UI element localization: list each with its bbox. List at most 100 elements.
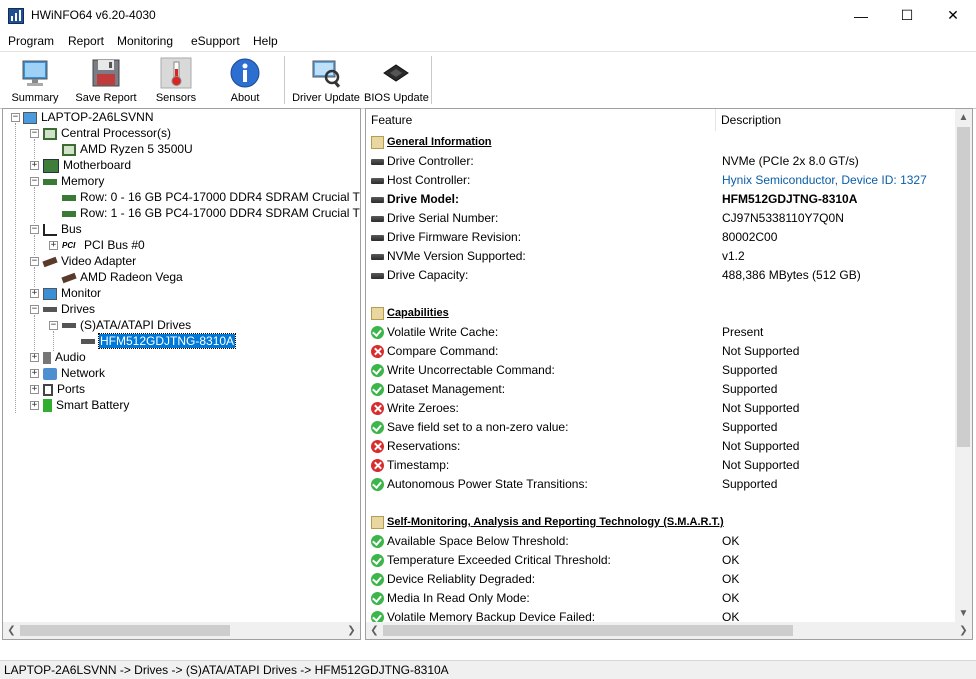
scroll-down-arrow[interactable]: ▼ xyxy=(955,605,972,622)
description-value: Supported xyxy=(722,363,778,377)
description-value: Supported xyxy=(722,477,778,491)
feature-label: Drive Serial Number: xyxy=(387,211,499,225)
tree-item-monitor[interactable]: Monitor xyxy=(43,285,101,301)
details-horizontal-scrollbar[interactable]: ❮ ❯ xyxy=(366,622,972,639)
save-report-button[interactable]: Save Report xyxy=(74,54,138,106)
description-value: OK xyxy=(722,591,740,605)
tree-item-video-adapter[interactable]: Video Adapter xyxy=(42,253,136,269)
description-value: HFM512GDJTNG-8310A xyxy=(722,192,858,206)
tree-collapse-toggle[interactable]: − xyxy=(11,113,20,122)
tree-collapse-toggle[interactable]: − xyxy=(30,225,39,234)
column-header-description[interactable]: Description xyxy=(716,109,956,131)
tree-item-memory[interactable]: Memory xyxy=(43,173,104,189)
scroll-thumb[interactable] xyxy=(383,625,793,636)
tree-expand-toggle[interactable]: + xyxy=(49,241,58,250)
menu-program[interactable]: Program xyxy=(8,34,54,48)
error-icon xyxy=(371,402,384,415)
details-pane[interactable]: Feature Description General Information D… xyxy=(365,108,973,640)
tree-expand-toggle[interactable]: + xyxy=(30,353,39,362)
description-value: Supported xyxy=(722,420,778,434)
feature-label: Capabilities xyxy=(387,307,449,319)
description-value: OK xyxy=(722,534,740,548)
drive-icon xyxy=(371,235,384,241)
check-icon xyxy=(371,592,384,605)
tree-expand-toggle[interactable]: + xyxy=(30,289,39,298)
tree-item-gpu[interactable]: AMD Radeon Vega xyxy=(61,269,183,285)
description-value: CJ97N5338110Y7Q0N xyxy=(722,211,844,225)
driver-update-label: Driver Update xyxy=(292,92,360,104)
driver-update-button[interactable]: Driver Update xyxy=(292,54,360,106)
menu-esupport[interactable]: eSupport xyxy=(191,34,240,48)
scroll-thumb[interactable] xyxy=(957,127,970,447)
menu-report[interactable]: Report xyxy=(68,34,104,48)
minimize-button[interactable]: — xyxy=(838,0,884,31)
scroll-right-arrow[interactable]: ❯ xyxy=(955,622,972,639)
feature-label: Dataset Management: xyxy=(387,382,506,396)
tree-collapse-toggle[interactable]: − xyxy=(30,129,39,138)
tree-item-drives[interactable]: Drives xyxy=(43,301,95,317)
tree-item-smart-battery[interactable]: Smart Battery xyxy=(43,397,129,413)
tree-item-computer[interactable]: LAPTOP-2A6LSVNN xyxy=(23,109,154,125)
tree-expand-toggle[interactable]: + xyxy=(30,401,39,410)
tree-horizontal-scrollbar[interactable]: ❮ ❯ xyxy=(3,622,360,639)
tree-item-central-processors[interactable]: Central Processor(s) xyxy=(43,125,171,141)
description-value: OK xyxy=(722,553,740,567)
tree-item-bus[interactable]: Bus xyxy=(43,221,82,237)
menu-monitoring[interactable]: Monitoring xyxy=(117,34,173,48)
gpu-icon xyxy=(61,272,77,284)
tree-item-network[interactable]: Network xyxy=(43,365,105,381)
error-icon xyxy=(371,459,384,472)
tree-item-selected-drive[interactable]: HFM512GDJTNG-8310A xyxy=(81,333,237,349)
cpu-icon xyxy=(62,143,76,156)
toolbar-separator xyxy=(284,56,285,104)
menu-help[interactable]: Help xyxy=(253,34,278,48)
scroll-thumb[interactable] xyxy=(20,625,230,636)
tree-item-audio[interactable]: Audio xyxy=(43,349,86,365)
scroll-left-arrow[interactable]: ❮ xyxy=(366,622,383,639)
drive-icon xyxy=(371,178,384,184)
description-value: v1.2 xyxy=(722,249,745,263)
check-icon xyxy=(371,554,384,567)
scroll-left-arrow[interactable]: ❮ xyxy=(3,622,20,639)
tree-expand-toggle[interactable]: + xyxy=(30,385,39,394)
feature-label: Drive Controller: xyxy=(387,154,474,168)
tree-collapse-toggle[interactable]: − xyxy=(30,257,39,266)
about-button[interactable]: About xyxy=(220,54,270,106)
status-path: LAPTOP-2A6LSVNN -> Drives -> (S)ATA/ATAP… xyxy=(4,663,449,677)
tree-item-ports[interactable]: Ports xyxy=(43,381,85,397)
description-value: OK xyxy=(722,572,740,586)
feature-label: Autonomous Power State Transitions: xyxy=(387,477,588,491)
feature-label: Compare Command: xyxy=(387,344,499,358)
tree-expand-toggle[interactable]: + xyxy=(30,369,39,378)
feature-label: Write Uncorrectable Command: xyxy=(387,363,555,377)
close-button[interactable]: ✕ xyxy=(930,0,976,31)
floppy-disk-icon xyxy=(92,59,120,87)
summary-button[interactable]: Summary xyxy=(6,54,64,106)
tree-item-motherboard[interactable]: Motherboard xyxy=(43,157,131,173)
check-icon xyxy=(371,478,384,491)
description-link[interactable]: Hynix Semiconductor, Device ID: 1327 xyxy=(722,171,927,190)
maximize-button[interactable]: ☐ xyxy=(884,0,930,31)
sensors-button[interactable]: Sensors xyxy=(150,54,202,106)
tree-collapse-toggle[interactable]: − xyxy=(30,177,39,186)
battery-icon xyxy=(43,399,52,413)
scroll-right-arrow[interactable]: ❯ xyxy=(343,622,360,639)
memory-icon xyxy=(62,210,76,217)
feature-label: Save field set to a non-zero value: xyxy=(387,420,569,434)
tree-item-memory-row-0[interactable]: Row: 0 - 16 GB PC4-17000 DDR4 SDRAM Cruc… xyxy=(62,189,360,205)
device-tree[interactable]: − LAPTOP-2A6LSVNN − Central Processor(s)… xyxy=(2,108,361,640)
tree-line xyxy=(34,315,35,351)
tree-item-cpu[interactable]: AMD Ryzen 5 3500U xyxy=(62,141,193,157)
description-value: Present xyxy=(722,325,764,339)
bios-update-button[interactable]: BIOS Update xyxy=(364,54,429,106)
tree-item-pci-bus[interactable]: PCI PCI Bus #0 xyxy=(62,237,145,253)
column-header-feature[interactable]: Feature xyxy=(366,109,716,131)
tree-expand-toggle[interactable]: + xyxy=(30,161,39,170)
tree-collapse-toggle[interactable]: − xyxy=(30,305,39,314)
details-vertical-scrollbar[interactable]: ▲ ▼ xyxy=(955,109,972,622)
tree-item-sata-drives[interactable]: (S)ATA/ATAPI Drives xyxy=(62,317,191,333)
tree-item-memory-row-1[interactable]: Row: 1 - 16 GB PC4-17000 DDR4 SDRAM Cruc… xyxy=(62,205,360,221)
tree-collapse-toggle[interactable]: − xyxy=(49,321,58,330)
scroll-up-arrow[interactable]: ▲ xyxy=(955,109,972,126)
check-icon xyxy=(371,364,384,377)
